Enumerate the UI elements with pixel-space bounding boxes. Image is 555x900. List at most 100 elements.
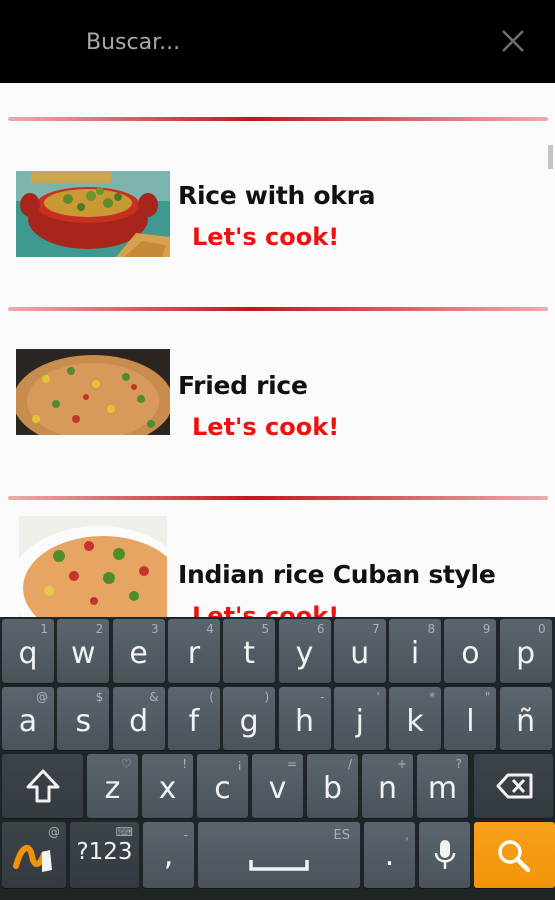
- key-e[interactable]: 3e: [112, 619, 165, 683]
- key-label: ñ: [516, 704, 536, 739]
- key-r[interactable]: 4r: [167, 619, 220, 683]
- symbols-key[interactable]: ⌨ ?123: [70, 822, 139, 888]
- key-hint: ": [484, 690, 491, 704]
- divider: [8, 496, 548, 500]
- key-u[interactable]: 7u: [333, 619, 386, 683]
- shift-key[interactable]: [2, 754, 83, 818]
- period-key[interactable]: , .: [364, 822, 415, 888]
- lets-cook-button[interactable]: Let's cook!: [192, 602, 339, 617]
- key-f[interactable]: (f: [167, 687, 220, 750]
- key-label: p: [516, 636, 536, 671]
- key-hint: -: [320, 690, 325, 704]
- key-j[interactable]: ' j: [333, 687, 386, 750]
- close-icon: [502, 30, 524, 52]
- key-label: d: [129, 704, 149, 739]
- key-label: g: [239, 704, 259, 739]
- key-label: l: [466, 704, 475, 739]
- microphone-icon: [434, 840, 456, 869]
- key-label: r: [187, 636, 201, 671]
- recipe-title: Rice with okra: [178, 181, 376, 210]
- key-c[interactable]: ¡ c: [197, 754, 248, 818]
- lets-cook-button[interactable]: Let's cook!: [192, 223, 339, 251]
- key-label: b: [322, 771, 343, 806]
- key-hint: 1: [40, 622, 48, 636]
- key-label: e: [129, 636, 148, 671]
- recipe-title: Indian rice Cuban style: [178, 560, 496, 589]
- key-hint: (: [209, 690, 214, 704]
- key-label: x: [158, 771, 177, 806]
- key-label: z: [104, 771, 121, 806]
- key-hint: 9: [482, 622, 491, 636]
- key-s[interactable]: $ s: [57, 687, 110, 750]
- key-hint: 6: [316, 622, 325, 636]
- swype-logo-icon: [13, 845, 52, 872]
- key-hint: 5: [261, 622, 270, 636]
- key-hint: =: [286, 757, 297, 771]
- key-label: h: [294, 704, 314, 739]
- key-m[interactable]: ? m: [417, 754, 468, 818]
- voice-key[interactable]: [419, 822, 470, 888]
- key-hint: @: [36, 690, 48, 704]
- key-g[interactable]: ) g: [223, 687, 276, 750]
- key-hint: ¡: [237, 757, 242, 771]
- key-ñ[interactable]: ñ: [499, 687, 552, 750]
- key-a[interactable]: @ a: [2, 687, 54, 750]
- key-h[interactable]: -h: [278, 687, 331, 750]
- key-x[interactable]: ! x: [142, 754, 193, 818]
- key-hint: 8: [427, 622, 436, 636]
- search-key[interactable]: [474, 822, 555, 888]
- key-l[interactable]: " l: [444, 687, 497, 750]
- key-k[interactable]: * k: [389, 687, 442, 750]
- key-label: t: [243, 636, 256, 671]
- key-z[interactable]: ♡ z: [87, 754, 138, 818]
- key-hint: 4: [206, 622, 214, 636]
- key-label: a: [18, 704, 38, 739]
- key-t[interactable]: 5t: [223, 619, 276, 683]
- key-label: f: [188, 704, 200, 739]
- key-label: u: [350, 636, 370, 671]
- swype-key[interactable]: @: [2, 822, 66, 888]
- key-hint: $: [95, 690, 104, 704]
- key-label: c: [214, 771, 231, 806]
- recipe-image: [16, 349, 170, 435]
- key-d[interactable]: & d: [112, 687, 165, 750]
- search-icon: [498, 840, 531, 873]
- key-o[interactable]: 9o: [444, 619, 497, 683]
- key-hint: 0: [538, 622, 546, 636]
- key-label: k: [406, 704, 424, 739]
- recipe-item[interactable]: Fried rice Let's cook!: [0, 313, 555, 463]
- recipe-item[interactable]: Rice with okra Let's cook!: [0, 123, 555, 273]
- key-w[interactable]: 2w: [57, 619, 110, 683]
- key-label: y: [295, 636, 314, 671]
- key-label: i: [410, 636, 420, 671]
- key-y[interactable]: 6y: [278, 619, 331, 683]
- soft-keyboard: 1q2w3e4r5t6y7u8i9o0p @ a $ s & d(f) g - h ' j * k " l ñ…: [0, 617, 555, 900]
- space-icon: [249, 860, 309, 871]
- key-hint: 2: [95, 622, 104, 636]
- key-p[interactable]: 0p: [499, 619, 552, 683]
- key-v[interactable]: = v: [252, 754, 303, 818]
- key-label: m: [427, 771, 458, 806]
- search-input[interactable]: [86, 22, 466, 62]
- space-key[interactable]: ES: [198, 822, 360, 888]
- divider: [8, 117, 548, 121]
- key-hint: ): [264, 690, 270, 704]
- recipe-item[interactable]: Indian rice Cuban style Let's cook!: [0, 502, 555, 617]
- key-q[interactable]: 1q: [2, 619, 54, 683]
- shift-icon: [26, 769, 60, 803]
- scrollbar[interactable]: [548, 145, 553, 169]
- key-n[interactable]: + n: [362, 754, 413, 818]
- backspace-key[interactable]: [474, 754, 553, 818]
- key-label: o: [461, 636, 480, 671]
- key-hint: !: [182, 757, 187, 771]
- key-b[interactable]: / b: [307, 754, 358, 818]
- key-hint: ♡: [121, 757, 132, 771]
- comma-key[interactable]: - ,: [143, 822, 194, 888]
- lets-cook-button[interactable]: Let's cook!: [192, 413, 339, 441]
- close-button[interactable]: [497, 25, 529, 57]
- key-label: v: [268, 771, 287, 806]
- recipe-title: Fried rice: [178, 371, 308, 400]
- recipe-list[interactable]: Rice with okra Let's cook! Fried rice Le…: [0, 83, 555, 617]
- key-i[interactable]: 8i: [389, 619, 442, 683]
- key-label: w: [71, 636, 96, 671]
